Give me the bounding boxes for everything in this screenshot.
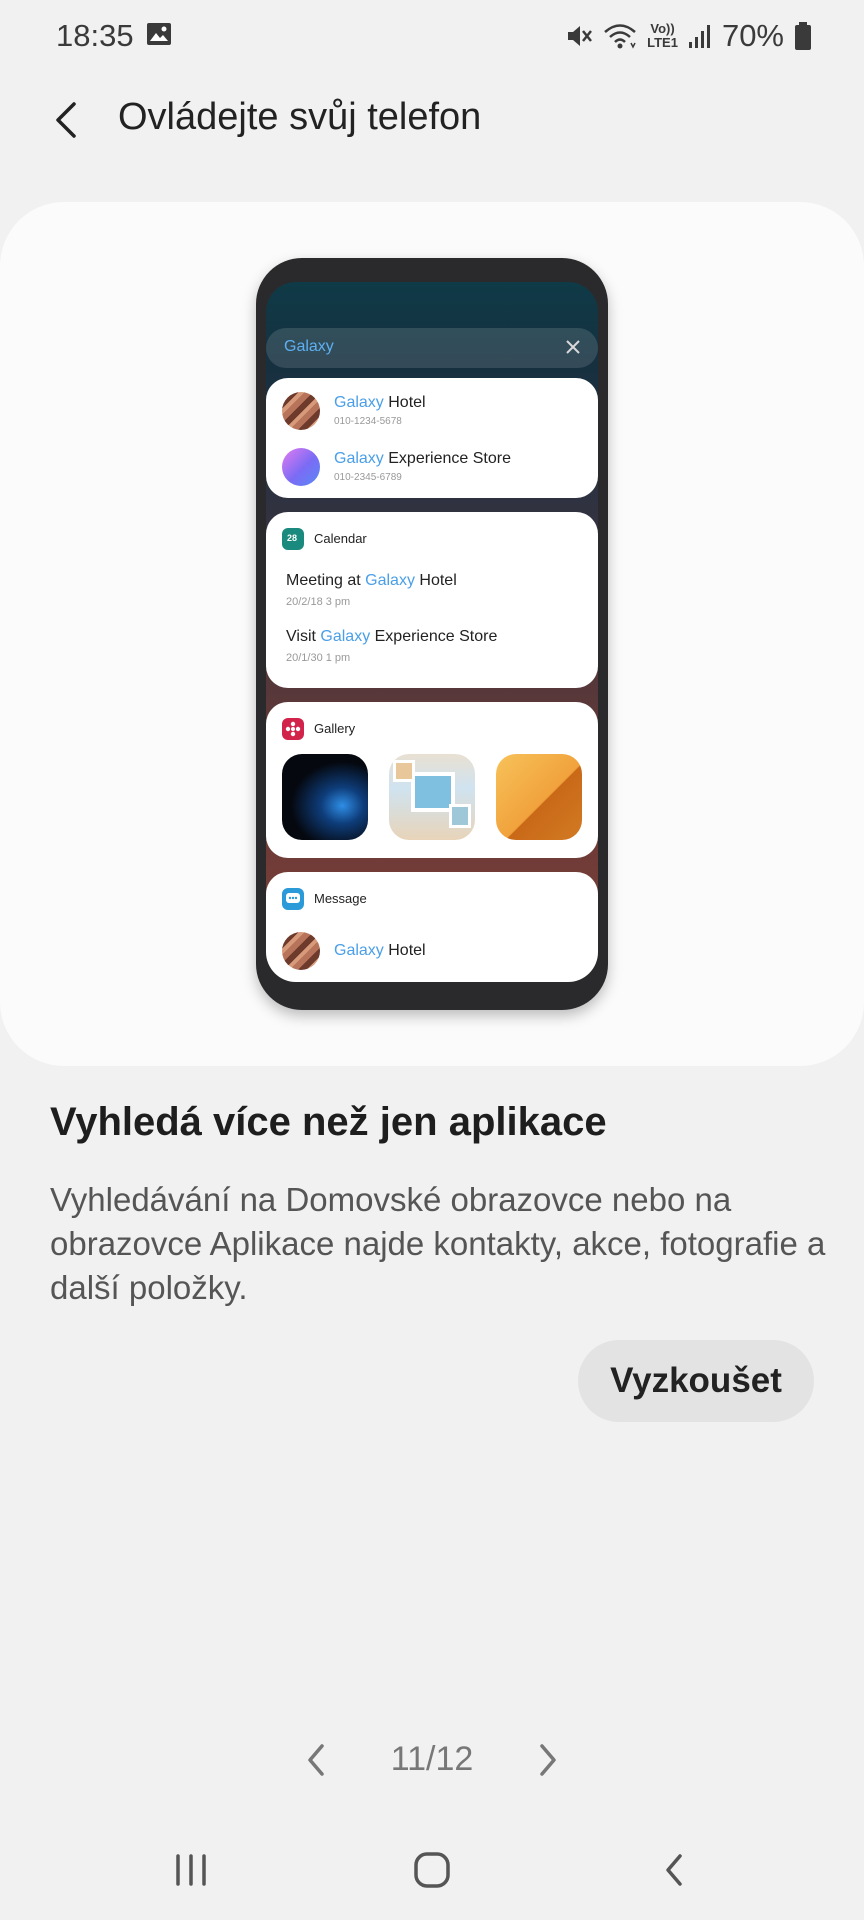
feature-description: Vyhledávání na Domovské obrazovce nebo n… [50, 1181, 826, 1306]
calendar-icon: 28 [282, 528, 304, 550]
message-item: Galaxy Hotel [282, 932, 582, 972]
volte-label: Vo)) [650, 21, 675, 36]
contact-item: Galaxy Experience Store 010-2345-6789 [282, 448, 582, 488]
calendar-panel: 28 Calendar Meeting at Galaxy Hotel 20/2… [266, 512, 598, 688]
contact-name-rest: Hotel [383, 394, 426, 411]
avatar [282, 932, 320, 970]
event-title: Visit Galaxy Experience Store [286, 628, 497, 646]
highlight-text: Galaxy [320, 628, 371, 645]
page-indicator: 11/12 [390, 1740, 474, 1778]
image-notification-icon [147, 23, 171, 45]
next-page-icon[interactable] [530, 1738, 566, 1782]
status-icons: Vo)) LTE1 70% [565, 16, 812, 56]
battery-icon [795, 22, 811, 50]
feature-heading: Vyhledá více než jen aplikace [50, 1100, 607, 1144]
signal-icon [688, 25, 710, 48]
gallery-thumbnail-light-trail [282, 754, 368, 840]
contact-name: Galaxy Experience Store [334, 450, 511, 468]
navigation-bar [0, 1834, 864, 1910]
back-arrow-icon[interactable] [48, 98, 88, 142]
search-bar: Galaxy [266, 328, 598, 368]
gallery-thumbnail-beach-photos [389, 754, 475, 840]
try-button[interactable]: Vyzkoušet [578, 1340, 814, 1422]
mute-icon [568, 26, 593, 46]
event-date: 20/2/18 3 pm [286, 596, 351, 608]
pager: 11/12 [0, 1732, 864, 1788]
phone-screen: Galaxy Galaxy Hotel 010-1234-5678 Galaxy… [266, 282, 598, 982]
close-icon [566, 340, 580, 354]
flower-icon [285, 721, 301, 737]
event-date: 20/1/30 1 pm [286, 652, 351, 664]
contact-item: Galaxy Hotel 010-1234-5678 [282, 392, 582, 432]
message-icon [282, 888, 304, 910]
status-bar: 18:35 Vo)) LTE1 70% [0, 0, 864, 72]
volte-lte-indicator: Vo)) LTE1 [647, 22, 678, 50]
search-query: Galaxy [284, 338, 334, 355]
event-prefix: Meeting at [286, 572, 366, 589]
contact-number: 010-2345-6789 [334, 472, 402, 483]
message-app-name: Message [314, 891, 367, 906]
event-suffix: Hotel [414, 572, 457, 589]
highlight-text: Galaxy [334, 942, 384, 959]
chat-bubble-icon [286, 893, 300, 903]
status-time: 18:35 [56, 18, 134, 53]
wifi-icon [604, 24, 636, 49]
highlight-text: Galaxy [365, 572, 415, 589]
avatar [282, 448, 320, 486]
contact-name-rest: Hotel [383, 942, 426, 959]
top-app-bar: Ovládejte svůj telefon [0, 88, 864, 152]
contacts-panel: Galaxy Hotel 010-1234-5678 Galaxy Experi… [266, 378, 598, 498]
contact-number: 010-1234-5678 [334, 416, 402, 427]
event-title: Meeting at Galaxy Hotel [286, 572, 457, 590]
back-icon[interactable] [656, 1848, 692, 1892]
gallery-app-name: Gallery [314, 721, 356, 736]
recent-apps-icon[interactable] [170, 1850, 212, 1890]
avatar [282, 392, 320, 430]
gallery-thumbnail-orange [496, 754, 582, 840]
event-suffix: Experience Store [370, 628, 498, 645]
contact-name: Galaxy Hotel [334, 394, 426, 412]
gallery-icon [282, 718, 304, 740]
home-icon[interactable] [410, 1848, 454, 1892]
phone-illustration: Galaxy Galaxy Hotel 010-1234-5678 Galaxy… [256, 258, 608, 1010]
message-panel: Message Galaxy Hotel [266, 872, 598, 982]
page-title: Ovládejte svůj telefon [118, 96, 482, 138]
photo-frame [393, 760, 415, 782]
previous-page-icon[interactable] [298, 1738, 334, 1782]
photo-frame [449, 804, 471, 828]
calendar-icon-date: 28 [287, 533, 298, 543]
battery-percent: 70% [721, 18, 784, 53]
gallery-panel: Gallery [266, 702, 598, 858]
highlight-text: Galaxy [334, 394, 384, 411]
calendar-app-name: Calendar [314, 531, 367, 546]
contact-name-rest: Experience Store [383, 450, 511, 467]
event-prefix: Visit [286, 628, 321, 645]
highlight-text: Galaxy [334, 450, 384, 467]
message-contact-name: Galaxy Hotel [334, 942, 426, 960]
lte-label: LTE1 [647, 35, 678, 50]
